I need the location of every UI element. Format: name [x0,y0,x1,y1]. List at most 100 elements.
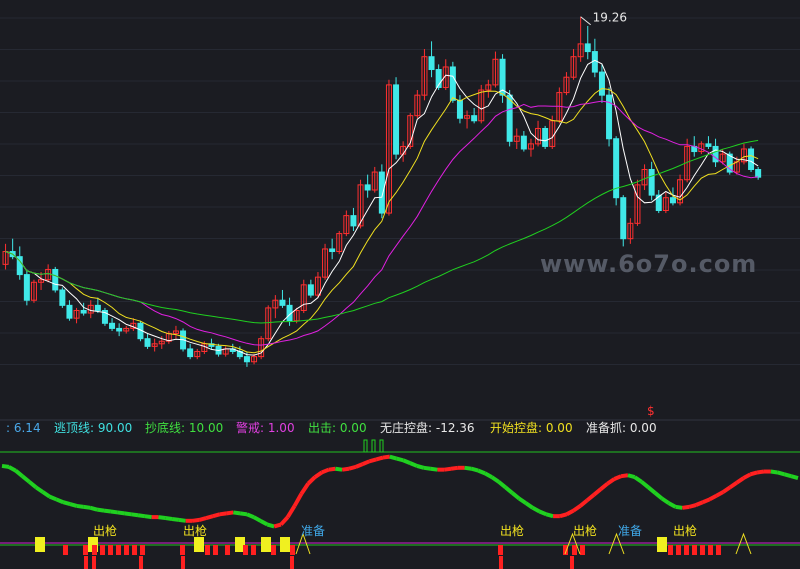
oscillator-segment [430,466,438,472]
candle-body [52,268,59,291]
signal-bar-red [83,545,88,555]
oscillator-segment [1,463,10,469]
indicator-value: 出击: 0.00 [308,421,367,435]
oscillator-segment [579,498,589,508]
oscillator-segment [7,465,17,473]
candle-body [23,274,30,301]
oscillator-segment [205,514,214,520]
signal-label: 出枪 [183,523,207,538]
signal-bar-red [124,545,129,555]
oscillator-segment [682,504,690,510]
oscillator-segment [178,517,186,523]
oscillator-segment [375,455,384,462]
oscillator-segment [715,490,725,498]
candle-body [755,168,762,178]
oscillator-segment [675,504,683,510]
oscillator-segment [246,512,255,519]
signal-triangle [735,532,752,555]
oscillator-segment [96,507,105,513]
ma10-line [5,87,759,354]
signal-bar-red [498,545,503,555]
oscillator-segment [517,496,527,505]
signal-label: 准备 [618,524,642,538]
oscillator-segment [735,476,745,485]
oscillator-segment [192,517,200,523]
oscillator-segment [219,511,227,517]
oscillator-segment [756,469,765,475]
oscillator-segment [137,513,146,519]
oscillator-segment [361,459,371,466]
signal-bar-red-lower [499,556,503,569]
indicator-value: 无庄控盘: -12.36 [380,420,475,435]
signal-bar-yellow [35,537,45,552]
signal-bar-red [700,545,705,555]
candle-body [187,348,194,358]
signal-bar-red [243,545,248,555]
top-signal-tick [363,439,368,453]
signal-bar-red [271,545,276,555]
candle-body [279,299,286,306]
oscillator-segment [701,497,711,505]
oscillator-segment [497,480,507,489]
oscillator-segment [599,482,609,491]
oscillator-segment [266,522,275,529]
signal-label: 出枪 [673,523,697,538]
oscillator-segment [286,504,297,519]
oscillator-segment [531,506,541,514]
oscillator-segment [279,515,290,526]
oscillator-segment [259,519,269,527]
oscillator-segment [226,510,234,516]
oscillator-segment [299,482,310,495]
oscillator-segment [368,457,377,464]
oscillator-segment [777,470,785,477]
oscillator-segment [559,512,568,519]
oscillator-segment [660,496,670,505]
oscillator-segment [130,512,139,518]
candle-body [144,338,151,347]
oscillator-segment [48,494,58,502]
candles [2,16,762,367]
oscillator-segment [27,480,38,489]
oscillator-segment [103,508,112,514]
signal-bar-yellow [657,537,667,552]
oscillator-segment [749,470,758,477]
oscillator-segment [592,487,602,497]
indicator-value: 逃顶线: 90.00 [54,421,132,435]
signal-bar-red [692,545,697,555]
candle-body [66,304,73,319]
top-signal-tick [371,439,376,453]
signal-bar-red [716,545,721,555]
oscillator-segment [292,492,304,507]
oscillator-segment [171,516,180,522]
signal-bar-red [116,545,121,555]
oscillator-segment [640,480,650,489]
oscillator-segment [477,468,486,476]
oscillator-segment [688,503,697,509]
signal-bar-red-lower [181,556,185,569]
oscillator-segment [402,458,411,466]
candle-body [428,56,435,71]
oscillator-segment [313,470,323,479]
signal-bar-red [225,545,230,555]
signal-bar-red [708,545,713,555]
indicator-value: 开始控盘: 0.00 [490,420,573,435]
candle-body [669,197,676,204]
signal-bar-red [92,545,97,555]
oscillator-segment [443,466,452,472]
oscillator-segment [341,466,350,472]
oscillator-segment [510,491,521,501]
signal-bar-red [572,545,577,555]
oscillator-segment [790,474,799,480]
signal-bar-red [63,545,68,555]
oscillator-segment [484,471,493,479]
oscillator-segment [233,510,241,516]
oscillator-segment [695,500,704,507]
candle-body [449,66,456,101]
oscillator-segment [239,511,248,517]
signal-bar-red [684,545,689,555]
candle-body [520,135,527,150]
signal-label: 准备 [301,524,325,538]
signal-bar-red [676,545,681,555]
oscillator-segment [110,509,118,515]
oscillator-segment [212,512,221,519]
